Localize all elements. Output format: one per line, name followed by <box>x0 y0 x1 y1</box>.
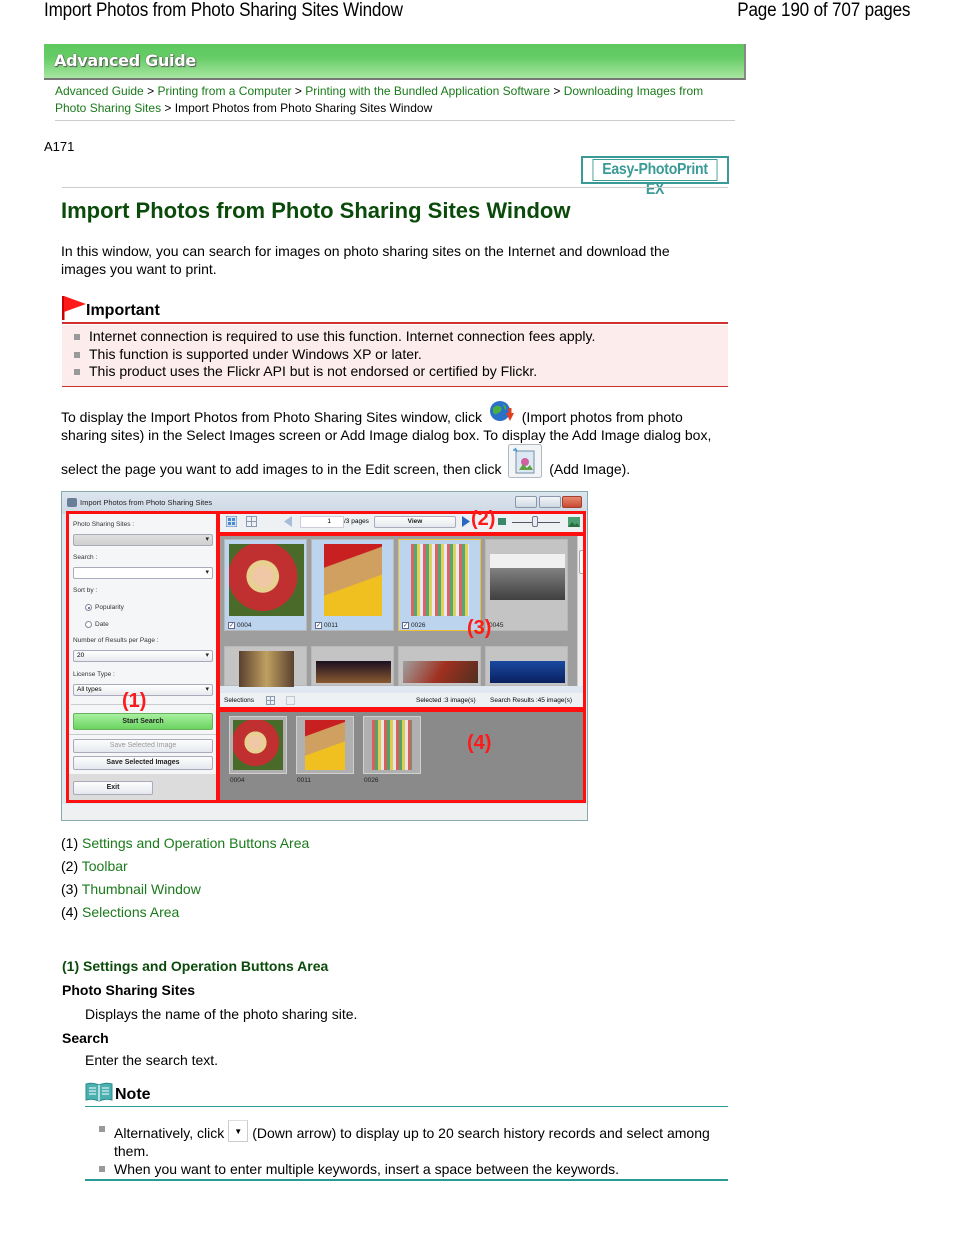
title-divider <box>62 187 728 188</box>
legend-link-selections-area[interactable]: Selections Area <box>82 904 179 920</box>
legend-item: (3) Thumbnail Window <box>61 878 309 901</box>
breadcrumb-divider <box>55 120 735 121</box>
important-item: This product uses the Flickr API but is … <box>72 363 728 381</box>
window-title: Import Photos from Photo Sharing Sites <box>80 498 213 507</box>
window-status-strip <box>62 804 587 820</box>
instruction-part1: To display the Import Photos from Photo … <box>61 409 482 425</box>
legend-item: (4) Selections Area <box>61 901 309 924</box>
breadcrumb-separator: > <box>294 84 302 98</box>
marker-3: (3) <box>467 617 492 639</box>
down-arrow-icon <box>228 1120 249 1142</box>
legend-link-settings[interactable]: Settings and Operation Buttons Area <box>82 835 309 851</box>
import-window-screenshot: Import Photos from Photo Sharing Sites P… <box>61 491 588 821</box>
annotation-box-thumbnails <box>217 533 586 710</box>
note-heading: Note <box>85 1081 728 1107</box>
breadcrumb: Advanced Guide > Printing from a Compute… <box>55 83 735 117</box>
legend-item: (2) Toolbar <box>61 855 309 878</box>
term-photo-sharing-sites: Photo Sharing Sites <box>62 982 196 998</box>
legend-num: (3) <box>61 881 79 897</box>
section-heading: (1) Settings and Operation Buttons Area <box>62 958 329 974</box>
legend-link-toolbar[interactable]: Toolbar <box>82 858 128 874</box>
app-icon <box>67 498 77 507</box>
legend-num: (4) <box>61 904 79 920</box>
doc-code: A171 <box>44 139 75 154</box>
note-item: When you want to enter multiple keywords… <box>97 1160 728 1178</box>
legend-num: (1) <box>61 835 79 851</box>
breadcrumb-separator: > <box>147 84 155 98</box>
term-search: Search <box>62 1030 109 1046</box>
red-flag-icon <box>62 296 86 320</box>
breadcrumb-separator: > <box>553 84 561 98</box>
annotation-box-selections <box>217 709 586 803</box>
note-item: Alternatively, click(Down arrow) to disp… <box>97 1120 728 1160</box>
banner-label: Advanced Guide <box>54 51 196 70</box>
maximize-button[interactable] <box>539 496 561 508</box>
legend-item: (1) Settings and Operation Buttons Area <box>61 832 309 855</box>
display-instructions: To display the Import Photos from Photo … <box>61 400 721 478</box>
note-box: Alternatively, click(Down arrow) to disp… <box>85 1108 728 1181</box>
important-item: This function is supported under Windows… <box>72 346 728 364</box>
minimize-button[interactable] <box>515 496 537 508</box>
note-text: Alternatively, click <box>114 1125 225 1141</box>
add-image-icon <box>508 444 543 478</box>
important-label: Important <box>86 302 160 319</box>
breadcrumb-advanced-guide[interactable]: Advanced Guide <box>55 84 144 98</box>
intro-paragraph: In this window, you can search for image… <box>61 243 670 277</box>
document-title: Import Photos from Photo Sharing Sites W… <box>44 0 403 21</box>
term-description: Enter the search text. <box>85 1052 219 1068</box>
important-box: Internet connection is required to use t… <box>62 325 728 387</box>
page-indicator: Page 190 of 707 pages <box>736 0 910 21</box>
page-title: Import Photos from Photo Sharing Sites W… <box>61 198 571 223</box>
term-description: Displays the name of the photo sharing s… <box>85 1006 358 1022</box>
area-legend: (1) Settings and Operation Buttons Area … <box>61 832 309 924</box>
product-badge: Easy-PhotoPrint EX <box>581 156 729 198</box>
globe-import-icon <box>489 401 514 421</box>
breadcrumb-separator: > <box>164 101 172 115</box>
close-button[interactable] <box>562 496 582 508</box>
annotation-box-toolbar <box>217 511 586 535</box>
instruction-part3: (Add Image). <box>549 461 631 477</box>
breadcrumb-printing-from-computer[interactable]: Printing from a Computer <box>157 84 291 98</box>
legend-link-thumbnail-window[interactable]: Thumbnail Window <box>82 881 201 897</box>
note-label: Note <box>115 1086 151 1103</box>
product-badge-label: Easy-PhotoPrint EX <box>592 159 718 198</box>
breadcrumb-current: Import Photos from Photo Sharing Sites W… <box>174 101 433 115</box>
important-heading: Important <box>62 296 728 324</box>
marker-1: (1) <box>122 690 147 712</box>
book-icon <box>85 1082 113 1102</box>
annotation-box-settings <box>66 511 219 803</box>
marker-2: (2) <box>471 508 496 530</box>
marker-4: (4) <box>467 732 492 754</box>
legend-num: (2) <box>61 858 79 874</box>
important-item: Internet connection is required to use t… <box>72 328 728 346</box>
advanced-guide-banner: Advanced Guide <box>44 44 746 80</box>
breadcrumb-bundled-software[interactable]: Printing with the Bundled Application So… <box>305 84 550 98</box>
